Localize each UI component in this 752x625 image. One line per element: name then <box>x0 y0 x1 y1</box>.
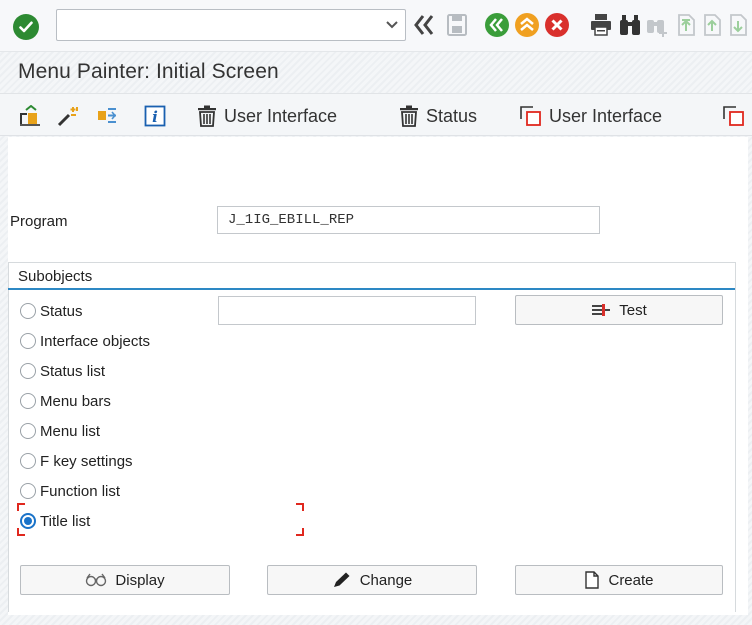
find-next-icon[interactable] <box>645 12 669 38</box>
cancel-icon[interactable] <box>544 12 570 38</box>
subobjects-title: Subobjects <box>18 268 93 285</box>
magic-wand-icon[interactable] <box>56 105 80 127</box>
copy-user-interface-label: User Interface <box>549 105 663 126</box>
glasses-icon <box>86 573 107 587</box>
command-input[interactable] <box>57 10 377 40</box>
pencil-icon <box>333 572 350 587</box>
radio-button[interactable] <box>20 393 36 409</box>
new-document-icon <box>585 571 600 589</box>
radio-menu-bars[interactable]: Menu bars <box>20 390 111 412</box>
create-label: Create <box>608 571 654 589</box>
svg-text:i: i <box>152 108 158 126</box>
application-toolbar: i User Interface Status User Interface <box>0 94 752 136</box>
test-button[interactable]: Test <box>515 295 723 325</box>
radio-label: Interface objects <box>40 332 151 350</box>
focus-corner <box>17 528 25 536</box>
trash-icon <box>400 105 418 127</box>
status-input[interactable] <box>218 296 476 325</box>
copy-icon <box>520 106 541 126</box>
trash-icon <box>198 105 216 127</box>
other-object-icon[interactable] <box>18 105 42 127</box>
delete-status-button[interactable]: Status <box>398 104 477 128</box>
change-button[interactable]: Change <box>267 565 477 595</box>
program-label: Program <box>10 213 68 230</box>
double-chevron-left-icon[interactable] <box>412 12 436 38</box>
next-page-icon[interactable] <box>727 12 749 38</box>
previous-page-icon[interactable] <box>701 12 723 38</box>
print-icon[interactable] <box>589 12 613 38</box>
test-icon <box>592 304 611 316</box>
find-icon[interactable] <box>618 12 642 38</box>
radio-label: Menu list <box>40 422 101 440</box>
radio-title-list[interactable]: Title list <box>20 510 90 532</box>
radio-button[interactable] <box>20 333 36 349</box>
copy-user-interface-button[interactable]: User Interface <box>519 104 662 128</box>
radio-status[interactable]: Status <box>20 300 83 322</box>
delete-user-interface-label: User Interface <box>224 105 338 126</box>
info-icon[interactable]: i <box>144 105 166 127</box>
delete-user-interface-button[interactable]: User Interface <box>196 104 337 128</box>
create-button[interactable]: Create <box>515 565 723 595</box>
radio-button[interactable] <box>20 453 36 469</box>
focus-corner <box>296 528 304 536</box>
radio-label: Menu bars <box>40 392 111 410</box>
radio-label: Function list <box>40 482 121 500</box>
radio-button-selected[interactable] <box>20 513 36 529</box>
program-input[interactable]: J_1IG_EBILL_REP <box>217 206 600 234</box>
display-label: Display <box>115 571 165 589</box>
radio-f-key-settings[interactable]: F key settings <box>20 450 133 472</box>
change-label: Change <box>359 571 413 589</box>
enter-button[interactable] <box>13 14 39 40</box>
subobjects-underline <box>8 288 735 290</box>
exit-icon[interactable] <box>514 12 540 38</box>
radio-interface-objects[interactable]: Interface objects <box>20 330 150 352</box>
radio-button[interactable] <box>20 423 36 439</box>
first-page-icon[interactable] <box>675 12 697 38</box>
display-button[interactable]: Display <box>20 565 230 595</box>
radio-label: Title list <box>40 512 91 530</box>
radio-status-list[interactable]: Status list <box>20 360 105 382</box>
radio-button[interactable] <box>20 363 36 379</box>
chevron-down-icon[interactable] <box>385 19 399 31</box>
where-used-icon[interactable] <box>96 105 120 127</box>
command-field[interactable] <box>56 9 406 41</box>
system-toolbar <box>0 0 752 52</box>
copy-status-icon[interactable] <box>722 105 746 127</box>
focus-corner <box>17 503 25 511</box>
page-title: Menu Painter: Initial Screen <box>18 60 279 83</box>
test-label: Test <box>619 301 647 319</box>
radio-function-list[interactable]: Function list <box>20 480 120 502</box>
radio-label: Status list <box>40 362 106 380</box>
delete-status-label: Status <box>426 105 478 126</box>
radio-label: F key settings <box>40 452 133 470</box>
radio-button[interactable] <box>20 483 36 499</box>
checkmark-icon <box>19 21 33 33</box>
radio-label: Status <box>40 302 83 320</box>
focus-corner <box>296 503 304 511</box>
radio-button[interactable] <box>20 303 36 319</box>
radio-menu-list[interactable]: Menu list <box>20 420 100 442</box>
save-icon[interactable] <box>446 12 468 38</box>
back-icon[interactable] <box>484 12 510 38</box>
